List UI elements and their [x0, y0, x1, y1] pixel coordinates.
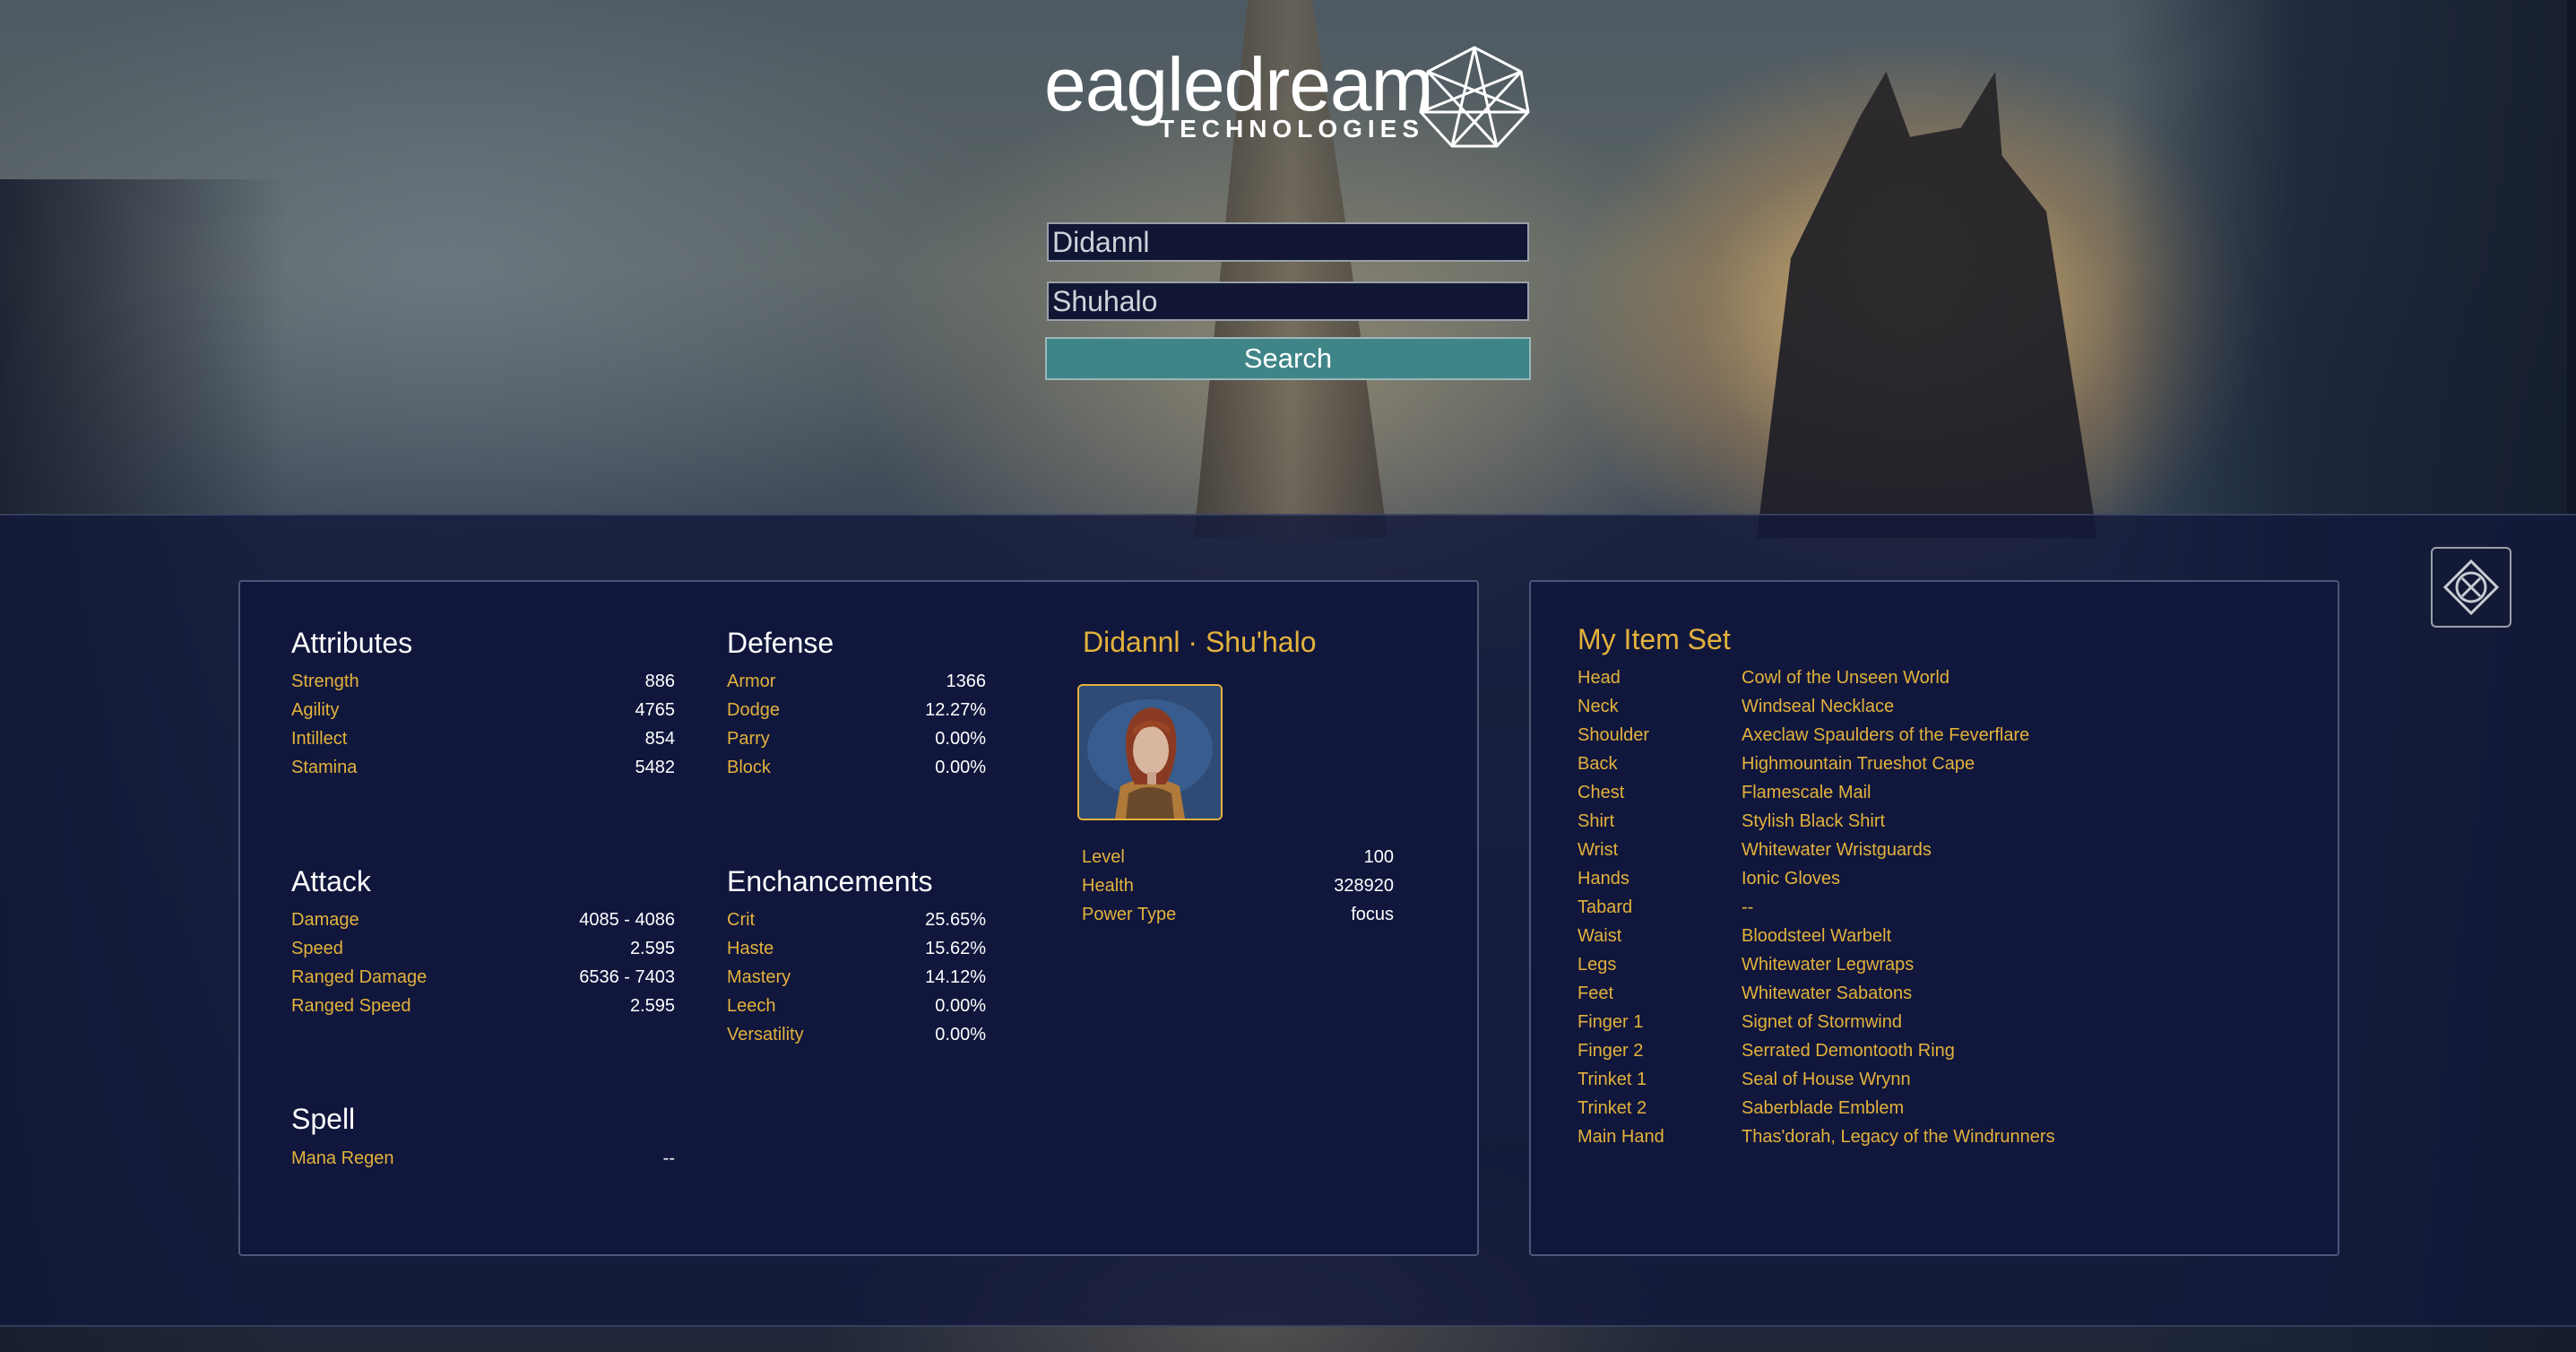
item-name: Seal of House Wrynn: [1742, 1070, 1911, 1089]
item-slot-label: Waist: [1578, 926, 1622, 946]
logo-subtitle: TECHNOLOGIES: [1159, 115, 1425, 143]
item-slot-label: Neck: [1578, 697, 1619, 716]
geodesic-sphere-icon: [1419, 46, 1530, 148]
attributes-title: Attributes: [291, 627, 413, 659]
item-set-title: My Item Set: [1578, 623, 1731, 655]
stat-label: Strength: [291, 672, 359, 691]
character-stat-value: 328920: [1334, 876, 1394, 896]
stat-value: 886: [644, 672, 675, 691]
character-stat-label: Health: [1082, 876, 1134, 896]
stat-label: Damage: [291, 910, 359, 930]
character-portrait: [1077, 684, 1223, 820]
item-name: Flamescale Mail: [1742, 783, 1871, 802]
search-button[interactable]: Search: [1045, 337, 1531, 380]
stat-label: Versatility: [727, 1025, 804, 1044]
stat-label: Dodge: [727, 700, 780, 720]
stat-value: 0.00%: [935, 996, 986, 1016]
stat-value: 12.27%: [925, 700, 986, 720]
stat-value: 14.12%: [925, 967, 986, 987]
item-name: Serrated Demontooth Ring: [1742, 1041, 1955, 1061]
item-slot-label: Trinket 2: [1578, 1098, 1647, 1118]
stat-label: Speed: [291, 939, 343, 958]
item-slot-label: Wrist: [1578, 840, 1619, 860]
close-button[interactable]: [2431, 547, 2511, 628]
character-name-input[interactable]: Didannl: [1047, 222, 1529, 262]
item-slot-label: Feet: [1578, 984, 1614, 1003]
stat-label: Agility: [291, 700, 340, 720]
item-name: Axeclaw Spaulders of the Feverflare: [1742, 725, 2030, 745]
attack-title: Attack: [291, 865, 371, 897]
stat-label: Armor: [727, 672, 776, 691]
stat-value: 25.65%: [925, 910, 986, 930]
item-slot-label: Head: [1578, 668, 1621, 688]
stat-value: --: [662, 1148, 675, 1168]
item-name: Whitewater Wristguards: [1742, 840, 1932, 860]
stat-value: 2.595: [629, 939, 675, 958]
character-stat-label: Power Type: [1082, 905, 1177, 924]
item-name: Windseal Necklace: [1742, 697, 1895, 716]
character-stat-value: 100: [1363, 847, 1394, 867]
item-slot-label: Tabard: [1578, 897, 1633, 917]
stat-value: 0.00%: [935, 729, 986, 749]
logo-wordmark: eagledream: [1044, 42, 1434, 126]
stat-label: Stamina: [291, 758, 358, 777]
item-slot-label: Main Hand: [1578, 1127, 1664, 1147]
stat-value: 5482: [635, 758, 676, 777]
item-slot-label: Hands: [1578, 869, 1629, 888]
item-name: Whitewater Sabatons: [1742, 984, 1913, 1003]
enchancements-title: Enchancements: [727, 865, 933, 897]
item-slot-label: Finger 1: [1578, 1012, 1644, 1032]
stat-value: 4085 - 4086: [579, 910, 675, 930]
item-name: Stylish Black Shirt: [1742, 811, 1886, 831]
stat-value: 1366: [946, 672, 987, 691]
stat-value: 2.595: [629, 996, 675, 1016]
item-name: Whitewater Legwraps: [1742, 955, 1915, 975]
defense-title: Defense: [727, 627, 834, 659]
stat-value: 4765: [635, 700, 676, 720]
stat-value: 854: [644, 729, 675, 749]
stat-label: Parry: [727, 729, 770, 749]
item-slot-label: Legs: [1578, 955, 1617, 975]
character-title: Didannl · Shu'halo: [1083, 626, 1317, 658]
item-name: Ionic Gloves: [1742, 869, 1841, 888]
item-slot-label: Trinket 1: [1578, 1070, 1647, 1089]
character-portrait-image: [1079, 686, 1221, 819]
item-slot-label: Finger 2: [1578, 1041, 1644, 1061]
character-stat-value: focus: [1351, 905, 1394, 924]
item-slot-label: Chest: [1578, 783, 1625, 802]
stat-label: Block: [727, 758, 771, 777]
stat-label: Leech: [727, 996, 776, 1016]
stat-value: 0.00%: [935, 1025, 986, 1044]
item-name: Signet of Stormwind: [1742, 1012, 1902, 1032]
item-slot-label: Shoulder: [1578, 725, 1650, 745]
spell-title: Spell: [291, 1103, 356, 1135]
stat-label: Mana Regen: [291, 1148, 394, 1168]
item-slot-label: Shirt: [1578, 811, 1615, 831]
stat-label: Intillect: [291, 729, 348, 749]
item-name: Thas'dorah, Legacy of the Windrunners: [1742, 1127, 2055, 1147]
realm-input[interactable]: Shuhalo: [1047, 282, 1529, 321]
logo: eagledream TECHNOLOGIES: [1044, 42, 1533, 154]
stat-value: 15.62%: [925, 939, 986, 958]
stat-label: Haste: [727, 939, 774, 958]
item-name: --: [1742, 897, 1754, 917]
item-name: Bloodsteel Warbelt: [1742, 926, 1892, 946]
stat-value: 0.00%: [935, 758, 986, 777]
stat-label: Crit: [727, 910, 756, 930]
item-slot-label: Back: [1578, 754, 1618, 774]
character-stat-label: Level: [1082, 847, 1125, 867]
stat-value: 6536 - 7403: [579, 967, 675, 987]
item-name: Cowl of the Unseen World: [1742, 668, 1949, 688]
item-name: Highmountain Trueshot Cape: [1742, 754, 1975, 774]
stat-label: Ranged Damage: [291, 967, 428, 987]
close-icon: [2442, 559, 2500, 616]
stat-label: Ranged Speed: [291, 996, 411, 1016]
stat-label: Mastery: [727, 967, 791, 987]
item-name: Saberblade Emblem: [1742, 1098, 1905, 1118]
